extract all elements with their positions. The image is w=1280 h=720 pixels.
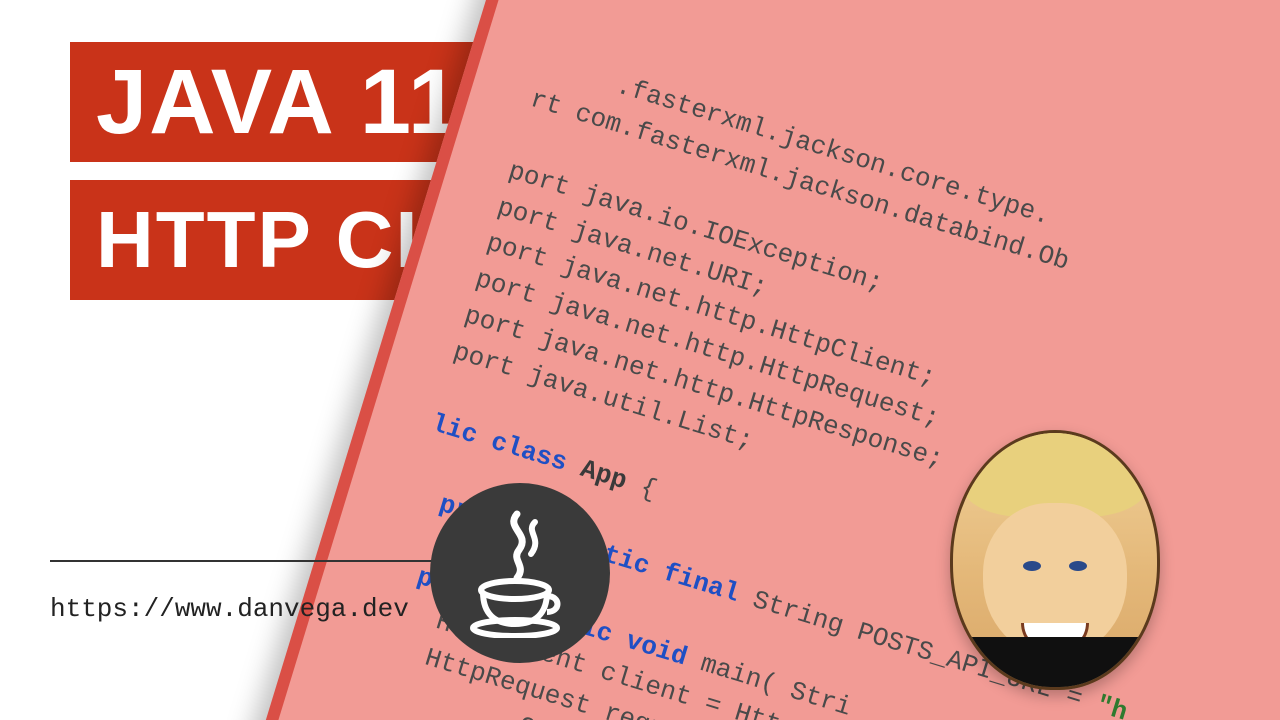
thumbnail-stage: JAVA 11 HTTP CLIENT .fasterxml.jackson.c… (0, 0, 1280, 720)
avatar-illustration (950, 430, 1160, 690)
website-url: https://www.danvega.dev (50, 594, 409, 624)
java-logo-badge (430, 483, 610, 663)
java-logo-icon (465, 508, 575, 638)
